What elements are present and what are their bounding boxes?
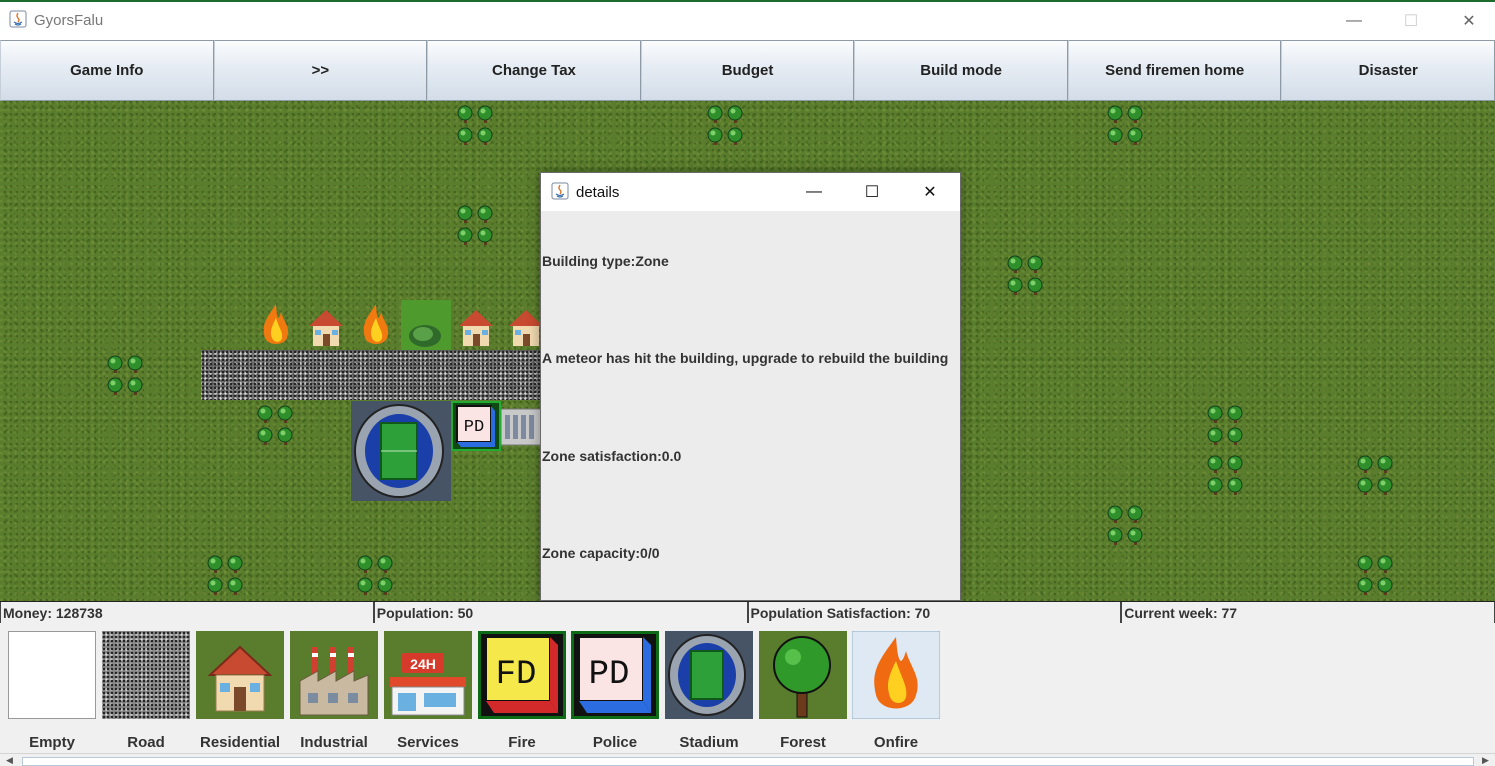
budget-button[interactable]: Budget xyxy=(640,40,855,101)
police-station-tile[interactable]: PD xyxy=(451,401,501,451)
window-titlebar: GyorsFalu — ☐ ✕ xyxy=(0,0,1495,40)
factory-icon xyxy=(290,631,378,719)
tree-cluster-icon[interactable] xyxy=(251,401,301,451)
send-firemen-home-button[interactable]: Send firemen home xyxy=(1067,40,1282,101)
zone-satisfaction-label: Zone satisfaction:0.0 xyxy=(542,448,682,464)
house-icon[interactable] xyxy=(451,300,501,350)
tree-cluster-icon[interactable] xyxy=(701,101,751,151)
dialog-title: details xyxy=(576,184,620,201)
palette-item-police[interactable]: PD Police xyxy=(571,631,659,751)
main-toolbar: Game Info >> Change Tax Budget Build mod… xyxy=(0,40,1495,101)
tree-cluster-icon[interactable] xyxy=(1201,401,1251,451)
details-dialog: details — ☐ ✕ Building type:Zone A meteo… xyxy=(540,172,961,601)
window-title: GyorsFalu xyxy=(34,12,104,29)
meteor-message-label: A meteor has hit the building, upgrade t… xyxy=(542,350,949,366)
population-label: Population: 50 xyxy=(373,602,748,624)
house-icon xyxy=(196,631,284,719)
palette-label: Road xyxy=(127,734,165,751)
palette-item-stadium[interactable]: Stadium xyxy=(665,631,753,751)
palette-label: Residential xyxy=(199,734,281,751)
store-sign-text: 24H xyxy=(410,656,436,672)
population-satisfaction-label: Population Satisfaction: 70 xyxy=(747,602,1122,624)
maximize-button[interactable]: ☐ xyxy=(1382,2,1440,40)
police-icon: PD xyxy=(456,405,495,447)
tree-cluster-icon[interactable] xyxy=(1001,251,1051,301)
police-sign-text: PD xyxy=(464,418,484,437)
next-speed-button[interactable]: >> xyxy=(213,40,428,101)
dialog-close-button[interactable]: ✕ xyxy=(901,173,959,211)
build-palette: Empty Road Residential Industrial 24H Se… xyxy=(0,623,1495,753)
dialog-minimize-button[interactable]: — xyxy=(785,173,843,211)
building-type-label: Building type:Zone xyxy=(542,253,669,269)
status-bar: Money: 128738 Population: 50 Population … xyxy=(0,601,1495,624)
fire-icon xyxy=(852,631,940,719)
tree-cluster-icon[interactable] xyxy=(451,101,501,151)
zone-capacity-label: Zone capacity:0/0 xyxy=(542,545,660,561)
empty-tile-icon xyxy=(8,631,96,719)
tree-cluster-icon[interactable] xyxy=(451,201,501,251)
scroll-left-icon[interactable]: ◀ xyxy=(6,755,13,766)
service-building-icon[interactable] xyxy=(501,401,541,451)
house-icon[interactable] xyxy=(501,300,541,350)
palette-item-onfire[interactable]: Onfire xyxy=(852,631,940,751)
minimize-button[interactable]: — xyxy=(1325,2,1383,40)
palette-label: Empty xyxy=(29,734,75,751)
money-label: Money: 128738 xyxy=(0,602,374,624)
palette-label: Forest xyxy=(780,734,826,751)
tree-cluster-icon[interactable] xyxy=(1201,451,1251,501)
palette-label: Services xyxy=(397,734,459,751)
palette-label: Police xyxy=(592,734,638,751)
fire-station-icon: FD xyxy=(478,631,566,719)
store-24h-icon: 24H xyxy=(384,631,472,719)
change-tax-button[interactable]: Change Tax xyxy=(427,40,641,101)
meteor-crater-icon[interactable] xyxy=(401,300,451,350)
build-mode-button[interactable]: Build mode xyxy=(854,40,1068,101)
java-app-icon xyxy=(9,10,27,28)
palette-item-industrial[interactable]: Industrial xyxy=(290,631,378,751)
tree-cluster-icon[interactable] xyxy=(1101,501,1151,551)
game-info-button[interactable]: Game Info xyxy=(0,40,214,101)
tree-cluster-icon[interactable] xyxy=(1101,101,1151,151)
tree-cluster-icon[interactable] xyxy=(101,351,151,401)
palette-label: Fire xyxy=(508,734,536,751)
palette-label: Stadium xyxy=(679,734,739,751)
stadium-icon[interactable] xyxy=(351,401,451,501)
palette-item-fire[interactable]: FD Fire xyxy=(478,631,566,751)
dialog-titlebar: details — ☐ ✕ xyxy=(541,173,960,211)
disaster-button[interactable]: Disaster xyxy=(1281,40,1495,101)
dialog-maximize-button[interactable]: ☐ xyxy=(843,173,901,211)
police-sign-text: PD xyxy=(589,656,630,694)
palette-label: Industrial xyxy=(300,734,368,751)
palette-item-residential[interactable]: Residential xyxy=(196,631,284,751)
road-icon xyxy=(102,631,190,719)
tree-cluster-icon[interactable] xyxy=(1351,451,1401,501)
palette-item-road[interactable]: Road xyxy=(102,631,190,751)
palette-item-empty[interactable]: Empty xyxy=(8,631,96,751)
current-week-label: Current week: 77 xyxy=(1121,602,1495,624)
road-tiles[interactable] xyxy=(201,350,541,400)
fire-sign-text: FD xyxy=(496,656,537,694)
tree-cluster-icon[interactable] xyxy=(1351,551,1401,601)
close-button[interactable]: ✕ xyxy=(1440,2,1495,40)
palette-item-services[interactable]: 24H Services xyxy=(384,631,472,751)
tree-cluster-icon[interactable] xyxy=(351,551,401,601)
palette-item-forest[interactable]: Forest xyxy=(759,631,847,751)
tree-icon xyxy=(759,631,847,719)
stadium-icon xyxy=(665,631,753,719)
tree-cluster-icon[interactable] xyxy=(201,551,251,601)
java-app-icon xyxy=(551,182,569,200)
scroll-right-icon[interactable]: ▶ xyxy=(1482,755,1489,766)
horizontal-scrollbar[interactable]: ◀ ▶ xyxy=(0,753,1495,766)
police-icon: PD xyxy=(571,631,659,719)
fire-icon[interactable] xyxy=(251,300,301,350)
palette-label: Onfire xyxy=(873,734,919,751)
fire-icon[interactable] xyxy=(351,300,401,350)
house-icon[interactable] xyxy=(301,300,351,350)
